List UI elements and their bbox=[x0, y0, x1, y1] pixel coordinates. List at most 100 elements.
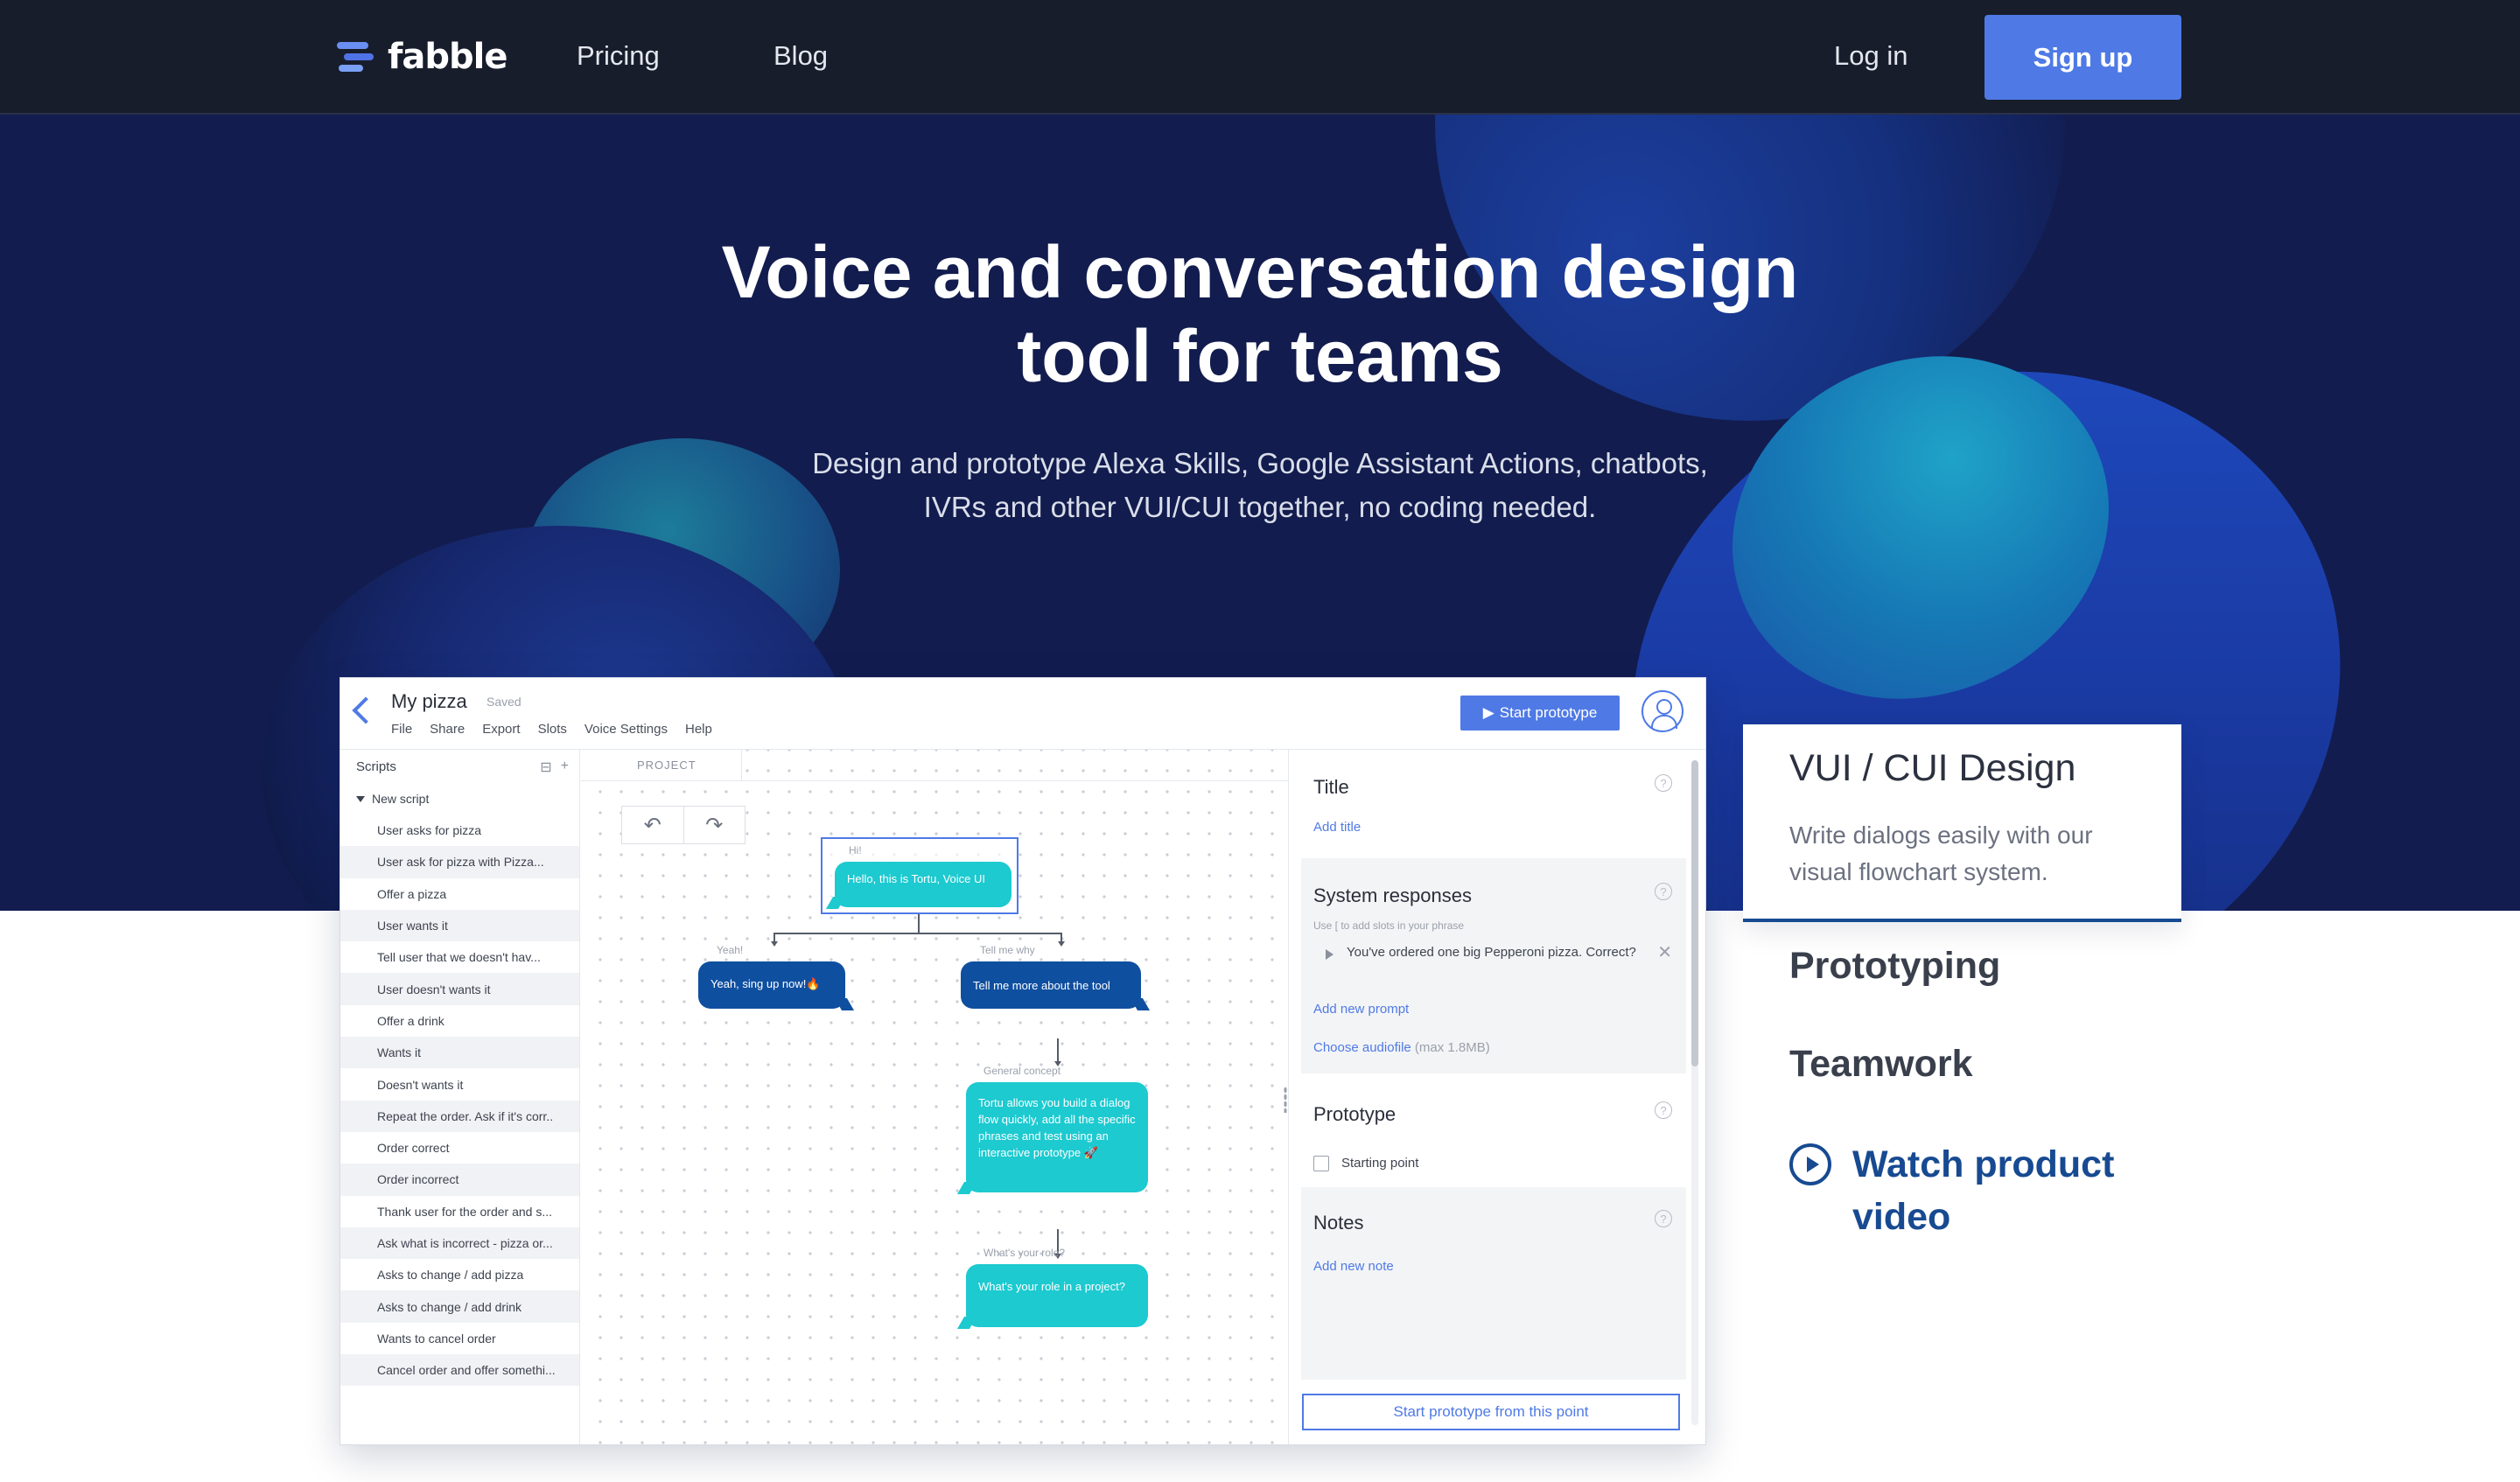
script-item[interactable]: Tell user that we doesn't hav... bbox=[340, 941, 579, 973]
redo-icon[interactable]: ↷ bbox=[684, 807, 746, 843]
back-chevron-icon[interactable] bbox=[352, 696, 380, 724]
script-item[interactable]: Order incorrect bbox=[340, 1164, 579, 1196]
node-label-yeah: Yeah! bbox=[717, 944, 744, 956]
menu-help[interactable]: Help bbox=[685, 722, 712, 737]
help-icon[interactable]: ? bbox=[1655, 774, 1672, 792]
menu-share[interactable]: Share bbox=[430, 722, 465, 737]
system-responses-heading: System responses bbox=[1313, 884, 1472, 906]
add-prompt-link[interactable]: Add new prompt bbox=[1313, 1002, 1409, 1017]
add-title-link[interactable]: Add title bbox=[1313, 820, 1361, 835]
connector bbox=[918, 914, 920, 933]
play-circle-icon bbox=[1789, 1143, 1831, 1185]
node-tell[interactable]: Tell me more about the tool bbox=[961, 961, 1141, 1009]
app-preview: My pizza Saved File Share Export Slots V… bbox=[340, 677, 1706, 1445]
start-prototype-label: Start prototype bbox=[1499, 704, 1598, 721]
node-general[interactable]: Tortu allows you build a dialog flow qui… bbox=[966, 1082, 1148, 1192]
starting-point-checkbox[interactable] bbox=[1313, 1156, 1329, 1171]
arrow-head bbox=[771, 941, 778, 947]
script-item[interactable]: Wants it bbox=[340, 1037, 579, 1069]
hero-subtitle-line2: IVRs and other VUI/CUI together, no codi… bbox=[923, 491, 1597, 523]
watch-video-label: Watch product video bbox=[1852, 1143, 2115, 1238]
script-item[interactable]: User doesn't wants it bbox=[340, 973, 579, 1005]
script-list: User asks for pizza User ask for pizza wi… bbox=[340, 814, 579, 1387]
script-item[interactable]: Asks to change / add pizza bbox=[340, 1259, 579, 1290]
login-link[interactable]: Log in bbox=[1834, 40, 1908, 72]
fabble-logo-icon bbox=[337, 42, 374, 72]
node-yeah[interactable]: Yeah, sing up now!🔥 bbox=[698, 961, 845, 1009]
menu-file[interactable]: File bbox=[391, 722, 412, 737]
script-item[interactable]: Offer a pizza bbox=[340, 878, 579, 910]
flow-canvas[interactable]: PROJECT ↶ ↷ Hi! Hello, this is Tortu, Vo… bbox=[581, 750, 1288, 1444]
script-item[interactable]: Order correct bbox=[340, 1132, 579, 1164]
node-label-hi: Hi! bbox=[849, 844, 862, 856]
script-item[interactable]: Asks to change / add drink bbox=[340, 1290, 579, 1323]
connector bbox=[774, 933, 1062, 934]
saved-status: Saved bbox=[486, 695, 522, 709]
fabble-logo[interactable]: fabble bbox=[337, 35, 508, 79]
top-navbar: fabble Pricing Blog Log in Sign up bbox=[0, 0, 2520, 115]
notes-section: Notes ? Add new note bbox=[1301, 1187, 1686, 1380]
help-icon[interactable]: ? bbox=[1655, 1210, 1672, 1227]
script-item[interactable]: User asks for pizza bbox=[340, 814, 579, 846]
hero-title: Voice and conversation design tool for t… bbox=[0, 230, 2520, 398]
audio-max-size: (max 1.8MB) bbox=[1414, 1040, 1490, 1055]
close-icon[interactable]: ✕ bbox=[1657, 944, 1672, 961]
user-avatar-icon[interactable] bbox=[1642, 690, 1684, 732]
node-role[interactable]: What's your role in a project? bbox=[966, 1264, 1148, 1327]
scripts-header-label: Scripts bbox=[356, 758, 396, 774]
script-item[interactable]: User ask for pizza with Pizza... bbox=[340, 846, 579, 878]
hero-title-line1: Voice and conversation design bbox=[721, 231, 1799, 313]
add-script-icon[interactable]: + bbox=[561, 758, 569, 776]
feature-tab-prototyping[interactable]: Prototyping bbox=[1789, 945, 2000, 988]
nav-link-blog[interactable]: Blog bbox=[774, 40, 828, 72]
script-item[interactable]: Ask what is incorrect - pizza or... bbox=[340, 1227, 579, 1260]
prompt-item[interactable]: You've ordered one big Pepperoni pizza. … bbox=[1313, 944, 1672, 961]
collapse-icon[interactable]: ⊟ bbox=[540, 758, 551, 776]
script-item[interactable]: Repeat the order. Ask if it's corr.. bbox=[340, 1100, 579, 1132]
script-item[interactable]: Offer a drink bbox=[340, 1005, 579, 1037]
app-menu: File Share Export Slots Voice Settings H… bbox=[391, 722, 712, 737]
play-icon: ▶ bbox=[1482, 704, 1494, 721]
hero-subtitle-line1: Design and prototype Alexa Skills, Googl… bbox=[812, 447, 1708, 479]
undo-redo-group: ↶ ↷ bbox=[621, 806, 746, 844]
resize-handle-icon[interactable] bbox=[1284, 1087, 1287, 1113]
node-label-general: General concept bbox=[984, 1065, 1061, 1077]
nav-link-pricing[interactable]: Pricing bbox=[577, 40, 660, 72]
script-item[interactable]: Thank user for the order and s... bbox=[340, 1196, 579, 1227]
new-script-folder[interactable]: New script bbox=[340, 783, 579, 814]
help-icon[interactable]: ? bbox=[1655, 1101, 1672, 1119]
feature-tab-teamwork[interactable]: Teamwork bbox=[1789, 1043, 1973, 1086]
menu-voice-settings[interactable]: Voice Settings bbox=[584, 722, 668, 737]
prompt-text: You've ordered one big Pepperoni pizza. … bbox=[1347, 945, 1636, 960]
menu-slots[interactable]: Slots bbox=[538, 722, 567, 737]
feature-active-title: VUI / CUI Design bbox=[1789, 747, 2076, 789]
feature-tab-active[interactable]: VUI / CUI Design Write dialogs easily wi… bbox=[1743, 724, 2181, 922]
system-responses-section: System responses ? Use [ to add slots in… bbox=[1301, 858, 1686, 1073]
help-icon[interactable]: ? bbox=[1655, 883, 1672, 900]
signup-button[interactable]: Sign up bbox=[1984, 15, 2181, 100]
node-hello[interactable]: Hello, this is Tortu, Voice UI bbox=[835, 862, 1012, 907]
slots-hint: Use [ to add slots in your phrase bbox=[1313, 919, 1465, 932]
tab-project[interactable]: PROJECT bbox=[581, 750, 742, 781]
properties-scrollbar[interactable] bbox=[1691, 760, 1698, 1425]
tab-divider bbox=[742, 780, 1288, 781]
hero-title-line2: tool for teams bbox=[1017, 315, 1503, 397]
play-icon[interactable] bbox=[1326, 949, 1334, 960]
app-header: My pizza Saved File Share Export Slots V… bbox=[340, 678, 1705, 750]
script-item[interactable]: Cancel order and offer somethi... bbox=[340, 1354, 579, 1387]
menu-export[interactable]: Export bbox=[482, 722, 520, 737]
start-from-point-button[interactable]: Start prototype from this point bbox=[1302, 1394, 1680, 1430]
add-note-link[interactable]: Add new note bbox=[1313, 1259, 1394, 1274]
logo-text: fabble bbox=[388, 37, 508, 77]
script-item[interactable]: Wants to cancel order bbox=[340, 1323, 579, 1354]
choose-audiofile-link[interactable]: Choose audiofile (max 1.8MB) bbox=[1313, 1040, 1490, 1055]
watch-video-link[interactable]: Watch product video bbox=[1789, 1138, 2150, 1243]
undo-icon[interactable]: ↶ bbox=[622, 807, 684, 843]
start-prototype-button[interactable]: ▶ Start prototype bbox=[1460, 696, 1620, 731]
script-item[interactable]: User wants it bbox=[340, 909, 579, 942]
feature-active-desc: Write dialogs easily with our visual flo… bbox=[1789, 821, 2093, 885]
project-name: My pizza bbox=[391, 690, 467, 712]
script-item[interactable]: Doesn't wants it bbox=[340, 1068, 579, 1100]
hero-subtitle: Design and prototype Alexa Skills, Googl… bbox=[0, 442, 2520, 529]
prototype-section: Prototype ? Starting point bbox=[1301, 1077, 1686, 1182]
